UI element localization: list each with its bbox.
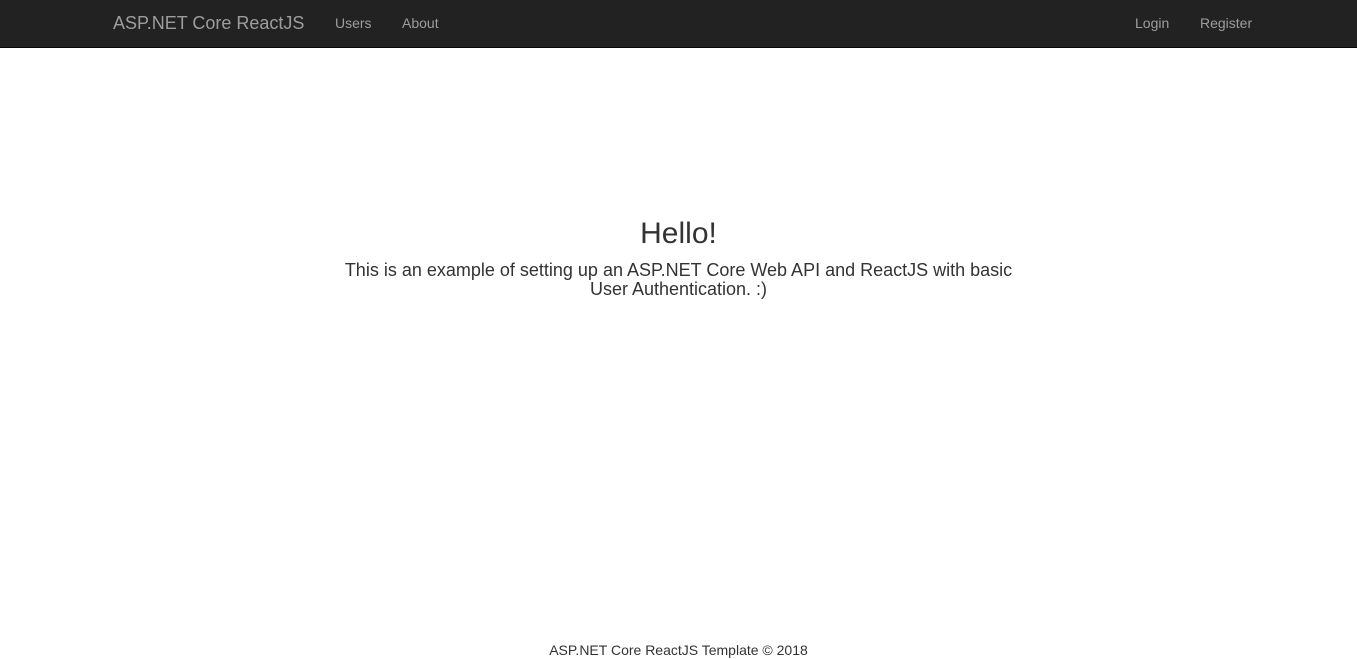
page-heading: Hello! [640, 217, 717, 250]
footer-text: ASP.NET Core ReactJS Template © 2018 [549, 642, 808, 658]
brand-link[interactable]: ASP.NET Core ReactJS [113, 13, 304, 33]
main-content: Hello! This is an example of setting up … [0, 214, 1357, 299]
page-footer: ASP.NET Core ReactJS Template © 2018 [0, 641, 1357, 659]
page-description: This is an example of setting up an ASP.… [344, 260, 1013, 299]
top-navbar: ASP.NET Core ReactJS Users About Login R… [0, 0, 1357, 48]
nav-link-users[interactable]: Users [335, 15, 372, 31]
nav-link-about[interactable]: About [402, 15, 439, 31]
nav-link-login[interactable]: Login [1135, 15, 1169, 31]
nav-link-register[interactable]: Register [1200, 15, 1252, 31]
